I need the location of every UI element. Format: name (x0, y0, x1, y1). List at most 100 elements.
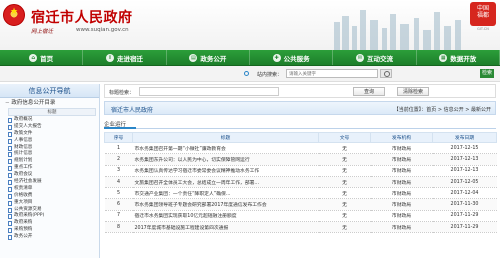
row-index: 6 (104, 198, 133, 211)
nav-gov-affairs[interactable]: ▤ 政务公开 (167, 50, 250, 65)
table-row: 5 市交通产业集团：一个责任“降职定人”确保... 无 市财政局 2017-12… (104, 187, 497, 200)
chat-icon: ✉ (355, 53, 364, 62)
row-date: 2017-11-30 (432, 198, 497, 211)
title-search-form: 标题检索： 查询 清除检索 (104, 84, 496, 98)
site-title[interactable]: 宿迁市人民政府 (31, 7, 133, 27)
row-docno: 无 (318, 153, 371, 166)
site-url: www.suqian.gov.cn (76, 27, 129, 33)
row-title-link[interactable]: 市交通产业集团：一个责任“降职定人”确保... (132, 187, 319, 200)
document-icon (8, 186, 12, 192)
row-index: 7 (104, 210, 133, 223)
document-icon: ▤ (189, 53, 198, 62)
org-name: 宿迁市人民政府 (111, 107, 154, 114)
row-index: 4 (104, 176, 133, 189)
city-skyline-image (334, 10, 461, 50)
sidebar-item-label: 权责清单 (14, 185, 33, 191)
document-icon (8, 214, 12, 220)
title-search-input[interactable] (139, 87, 279, 96)
row-date: 2017-12-15 (432, 142, 497, 155)
breadcrumb[interactable]: 【当前位置】：首页 > 信息公开 > 最新公开 (394, 106, 491, 113)
nav-public-service[interactable]: ✚ 公共服务 (250, 50, 334, 65)
document-icon (8, 152, 12, 158)
search-icon (244, 71, 249, 76)
sidebar-list: 政府概况 提交人大报告 政策文件 人事信息 财政信息 统计信息 规划计划 重点工… (0, 117, 99, 241)
row-docno: 无 (318, 221, 371, 234)
sidebar-item[interactable]: 政务公开 (8, 234, 99, 241)
document-icon (8, 138, 12, 144)
row-title-link[interactable]: 宿迁市水务集团实现获取10亿元超短融注册额度 (132, 210, 319, 223)
col-header-index: 序号 (104, 132, 133, 143)
sidebar-item-label: 经济社会发展 (14, 179, 42, 185)
row-index: 5 (104, 187, 133, 200)
row-docno: 无 (318, 165, 371, 177)
document-icon (8, 124, 12, 130)
sidebar-item[interactable]: 政策文件 (8, 131, 99, 138)
site-search-bar: 站内搜索： 检索 (0, 66, 500, 82)
table-row: 8 2017年度城市基础设施工程建设第四次通报 无 市财政局 2017-11-2… (104, 221, 497, 234)
row-docno: 无 (318, 198, 371, 211)
row-docno: 无 (318, 142, 371, 155)
col-header-org: 发布机构 (370, 132, 433, 143)
row-index: 1 (104, 142, 133, 155)
row-docno: 无 (318, 176, 371, 189)
breadcrumb-bar: 宿迁市人民政府 【当前位置】：首页 > 信息公开 > 最新公开 (104, 101, 496, 115)
row-title-link[interactable]: 市水务集团召开第一期“小微社”廉政教育会 (132, 142, 319, 155)
search-button[interactable] (380, 69, 392, 78)
sidebar-item[interactable]: 政府会议 (8, 172, 99, 179)
row-org: 市财政局 (370, 176, 433, 189)
row-title-link[interactable]: 水务集团认真传达学习宿迁市委常委会议精神推动水务工作 (132, 165, 319, 177)
row-date: 2017-11-29 (432, 210, 497, 223)
home-icon: ⌂ (29, 53, 38, 62)
row-org: 市财政局 (370, 165, 433, 177)
table-row: 7 宿迁市水务集团实现获取10亿元超短融注册额度 无 市财政局 2017-11-… (104, 210, 497, 223)
info-nav-sidebar: 信息公开导航 政府信息公开目录 标题 政府概况 提交人大报告 政策文件 人事信息… (0, 84, 100, 258)
row-title-link[interactable]: 2017年度城市基础设施工程建设第四次通报 (132, 221, 319, 234)
document-icon (8, 200, 12, 206)
query-button[interactable]: 查询 (353, 87, 385, 96)
sidebar-item[interactable]: 价格收费 (8, 193, 99, 200)
col-header-title: 标题 (132, 132, 319, 143)
sidebar-item[interactable]: 经济社会发展 (8, 179, 99, 186)
row-title-link[interactable]: 文旅集团召开全体员工大会，总结成立一周年工作，部署... (132, 176, 319, 189)
row-title-link[interactable]: 水务集团东升公司：以人民为中心，切实保障管网运行 (132, 153, 319, 166)
row-docno: 无 (318, 210, 371, 223)
row-org: 市财政局 (370, 153, 433, 166)
table-row: 1 市水务集团召开第一期“小微社”廉政教育会 无 市财政局 2017-12-15 (104, 142, 497, 155)
document-icon (8, 207, 12, 213)
sidebar-item[interactable]: 权责清单 (8, 186, 99, 193)
seal-logo: 中国 福都 (470, 2, 496, 26)
sidebar-root-item[interactable]: 政府信息公开目录 (0, 98, 99, 108)
row-index: 8 (104, 221, 133, 234)
sidebar-item-label: 政府概况 (14, 117, 33, 122)
row-org: 市财政局 (370, 142, 433, 155)
sidebar-item-label: 价格收费 (14, 192, 33, 198)
row-date: 2017-12-05 (432, 176, 497, 189)
row-org: 市财政局 (370, 187, 433, 200)
sidebar-item[interactable]: 提交人大报告 (8, 124, 99, 131)
nav-about[interactable]: i 走进宿迁 (83, 50, 167, 65)
sidebar-item[interactable]: 重大项目 (8, 200, 99, 207)
nav-open-data[interactable]: ▦ 数据开放 (417, 50, 500, 65)
search-input[interactable] (286, 69, 378, 78)
sidebar-item[interactable]: 政府概况 (8, 117, 99, 124)
sidebar-item-label: 人事信息 (14, 137, 33, 143)
row-title-link[interactable]: 市水务集团领导班子专题会研究部署2017年度通信发布工作会 (132, 198, 319, 211)
col-header-docno: 文号 (318, 132, 371, 143)
nav-home[interactable]: ⌂ 首页 (0, 50, 84, 65)
row-date: 2017-12-13 (432, 165, 497, 177)
info-icon: i (105, 53, 114, 62)
document-icon (8, 235, 12, 241)
nav-label: 政务公开 (200, 54, 227, 63)
document-icon (8, 145, 12, 151)
document-icon (8, 173, 12, 179)
reset-search-button[interactable]: 清除检索 (397, 87, 429, 96)
document-icon (8, 159, 12, 165)
sidebar-item-label: 政府会议 (14, 172, 33, 178)
advanced-search-button[interactable]: 检索 (480, 69, 494, 78)
sidebar-item[interactable]: 人事信息 (8, 138, 99, 145)
row-date: 2017-12-04 (432, 187, 497, 200)
service-icon: ✚ (272, 53, 281, 62)
document-icon (8, 221, 12, 227)
row-index: 2 (104, 153, 133, 166)
nav-interaction[interactable]: ✉ 互动交流 (333, 50, 417, 65)
